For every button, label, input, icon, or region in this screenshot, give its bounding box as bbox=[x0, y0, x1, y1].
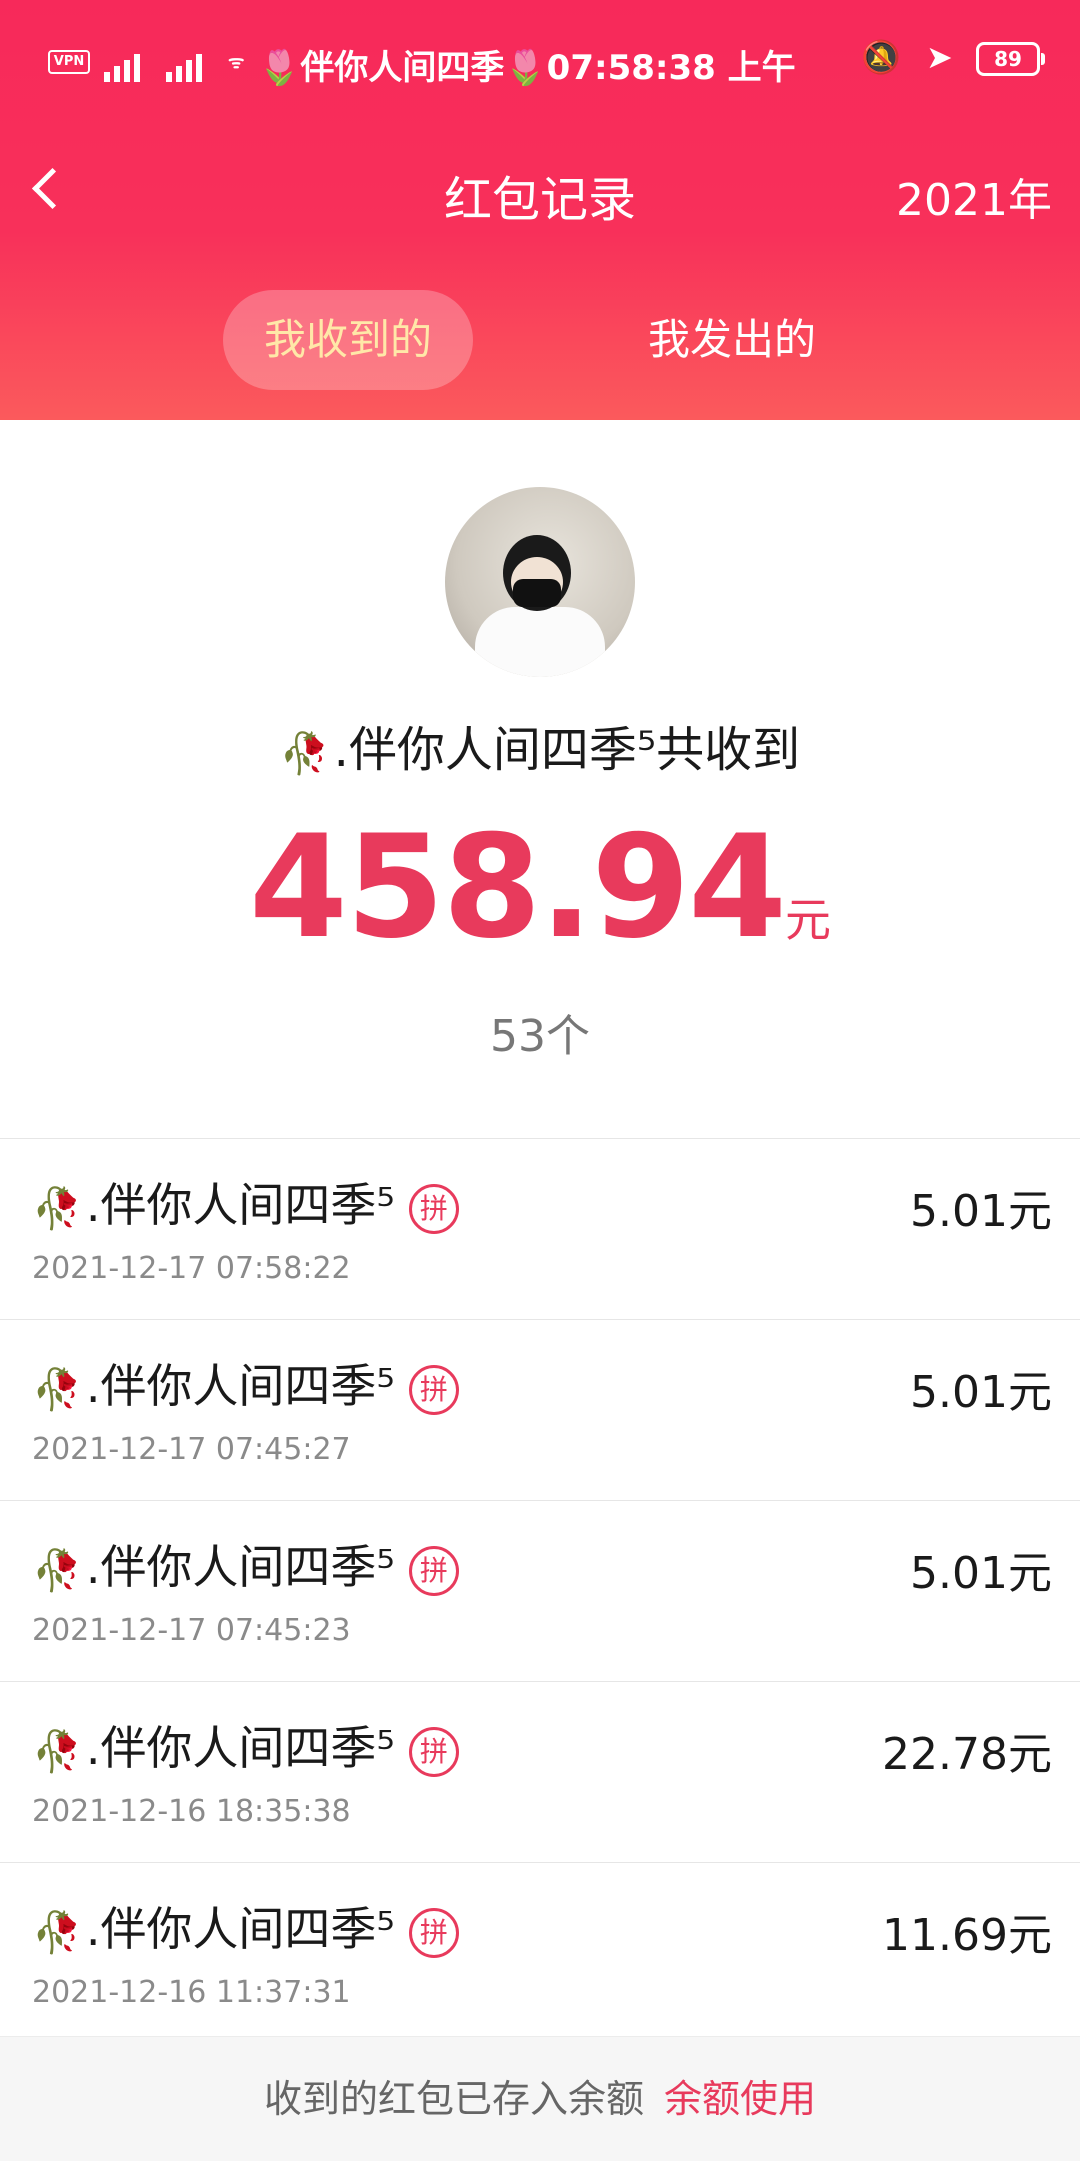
record-time: 2021-12-17 07:45:27 bbox=[32, 1432, 351, 1467]
record-time: 2021-12-17 07:45:23 bbox=[32, 1613, 351, 1648]
signal-icon bbox=[104, 42, 144, 82]
rose-icon: 🥀 bbox=[32, 1186, 82, 1232]
location-icon: ➤ bbox=[926, 38, 953, 76]
list-item[interactable]: 🥀.伴你人间四季⁵ 拼 2021-12-16 11:37:31 11.69元 bbox=[0, 1862, 1080, 2043]
group-tag-icon: 拼 bbox=[408, 1183, 459, 1234]
rose-icon: 🥀 bbox=[32, 1548, 82, 1594]
record-name: 🥀.伴你人间四季⁵ 拼 bbox=[32, 1531, 459, 1597]
total-amount-unit: 元 bbox=[784, 893, 831, 947]
total-amount: 458.94元 bbox=[0, 805, 1080, 970]
record-time: 2021-12-17 07:58:22 bbox=[32, 1251, 351, 1286]
vpn-icon: VPN bbox=[48, 50, 90, 74]
record-amount: 11.69元 bbox=[882, 1910, 1052, 1961]
footer-text: 收到的红包已存入余额 bbox=[263, 2077, 644, 2121]
status-bar: VPN ᯤ 🌷伴你人间四季🌷07:58:38 上午 🔕 ➤ 89 bbox=[0, 0, 1080, 120]
record-time: 2021-12-16 11:37:31 bbox=[32, 1975, 351, 2010]
record-name: 🥀.伴你人间四季⁵ 拼 bbox=[32, 1169, 459, 1235]
rose-icon: 🥀 bbox=[32, 1367, 82, 1413]
avatar bbox=[445, 487, 635, 677]
group-tag-icon: 拼 bbox=[408, 1364, 459, 1415]
summary-name: 🥀.伴你人间四季⁵共收到 bbox=[0, 710, 1080, 780]
list-item[interactable]: 🥀.伴你人间四季⁵ 拼 2021-12-16 18:35:38 22.78元 bbox=[0, 1681, 1080, 1862]
status-text: 🌷伴你人间四季🌷07:58:38 上午 bbox=[258, 48, 796, 88]
record-name: 🥀.伴你人间四季⁵ 拼 bbox=[32, 1350, 459, 1416]
total-amount-value: 458.94 bbox=[249, 805, 787, 970]
group-tag-icon: 拼 bbox=[408, 1907, 459, 1958]
record-time: 2021-12-16 18:35:38 bbox=[32, 1794, 351, 1829]
tabs: 我收到的 我发出的 bbox=[0, 290, 1080, 390]
group-tag-icon: 拼 bbox=[408, 1545, 459, 1596]
record-name: 🥀.伴你人间四季⁵ 拼 bbox=[32, 1712, 459, 1778]
record-amount: 5.01元 bbox=[910, 1367, 1052, 1418]
summary-name-text: .伴你人间四季⁵共收到 bbox=[333, 722, 801, 778]
record-name: 🥀.伴你人间四季⁵ 拼 bbox=[32, 1893, 459, 1959]
status-icons: 🔕 ➤ 89 bbox=[861, 38, 1045, 76]
mute-icon: 🔕 bbox=[861, 38, 901, 76]
signal-icon bbox=[166, 42, 206, 82]
record-amount: 5.01元 bbox=[910, 1186, 1052, 1237]
packet-count: 53个 bbox=[490, 1011, 590, 1062]
record-list: 🥀.伴你人间四季⁵ 拼 2021-12-17 07:58:22 5.01元 🥀.伴… bbox=[0, 1138, 1080, 2043]
record-amount: 22.78元 bbox=[882, 1729, 1052, 1780]
group-tag-icon: 拼 bbox=[408, 1726, 459, 1777]
year-selector[interactable]: 2021年 bbox=[896, 164, 1052, 228]
list-item[interactable]: 🥀.伴你人间四季⁵ 拼 2021-12-17 07:58:22 5.01元 bbox=[0, 1138, 1080, 1319]
top-bar: 红包记录 2021年 bbox=[0, 140, 1080, 240]
record-amount: 5.01元 bbox=[910, 1548, 1052, 1599]
balance-use-link[interactable]: 余额使用 bbox=[664, 2077, 816, 2121]
header: VPN ᯤ 🌷伴你人间四季🌷07:58:38 上午 🔕 ➤ 89 红包记录 20… bbox=[0, 0, 1080, 420]
rose-icon: 🥀 bbox=[279, 730, 330, 777]
rose-icon: 🥀 bbox=[32, 1910, 82, 1956]
tab-sent[interactable]: 我发出的 bbox=[607, 290, 857, 390]
list-item[interactable]: 🥀.伴你人间四季⁵ 拼 2021-12-17 07:45:27 5.01元 bbox=[0, 1319, 1080, 1500]
battery-icon: 89 bbox=[976, 42, 1045, 76]
footer: 收到的红包已存入余额 余额使用 bbox=[0, 2036, 1080, 2161]
rose-icon: 🥀 bbox=[32, 1729, 82, 1775]
list-item[interactable]: 🥀.伴你人间四季⁵ 拼 2021-12-17 07:45:23 5.01元 bbox=[0, 1500, 1080, 1681]
summary-section: 🥀.伴你人间四季⁵共收到 458.94元 53个 bbox=[0, 420, 1080, 1140]
tab-received[interactable]: 我收到的 bbox=[223, 290, 473, 390]
wifi-icon: ᯤ bbox=[228, 52, 245, 73]
